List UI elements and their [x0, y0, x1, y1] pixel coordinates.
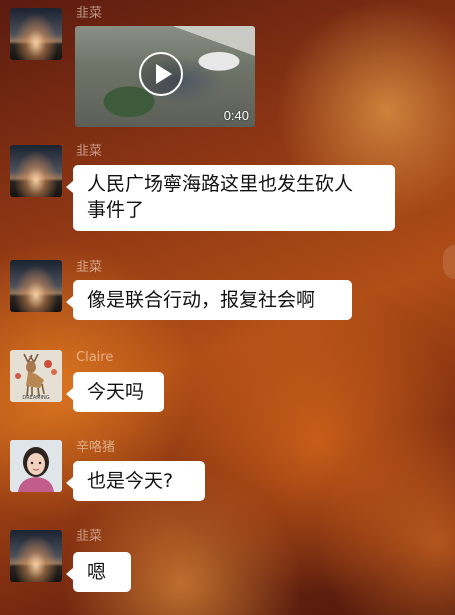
sender-name: 韭菜 [76, 6, 103, 21]
sender-name: 韭菜 [76, 260, 103, 275]
message-line: 事件了 [87, 199, 145, 221]
sunset-avatar[interactable] [10, 8, 62, 60]
deer-avatar[interactable]: DREAMING [10, 350, 62, 402]
deer-avatar-image: DREAMING [10, 350, 62, 402]
person-avatar[interactable] [10, 440, 62, 492]
message-bubble[interactable]: 人民广场寧海路这里也发生砍人 事件了 [66, 165, 395, 231]
sunset-avatar[interactable] [10, 530, 62, 582]
video-duration: 0:40 [223, 108, 249, 123]
side-handle[interactable] [443, 245, 455, 279]
message-bubble[interactable]: 今天吗 [66, 372, 164, 412]
message-bubble[interactable]: 嗯 [66, 552, 131, 592]
sunset-avatar[interactable] [10, 260, 62, 312]
sender-name: Claire [76, 350, 114, 365]
sender-name: 韭菜 [76, 144, 103, 159]
person-avatar-image [10, 440, 62, 492]
message-line: 人民广场寧海路这里也发生砍人 [87, 173, 354, 195]
sender-name: 韭菜 [76, 529, 103, 544]
sender-name: 辛咯猪 [76, 440, 116, 455]
message-bubble[interactable]: 也是今天? [66, 461, 205, 501]
avatar-caption: DREAMING [22, 395, 49, 401]
play-icon[interactable] [139, 52, 183, 96]
message-bubble[interactable]: 像是联合行动，报复社会啊 [66, 280, 352, 320]
sunset-avatar[interactable] [10, 145, 62, 197]
video-thumbnail[interactable]: 0:40 [75, 26, 255, 127]
